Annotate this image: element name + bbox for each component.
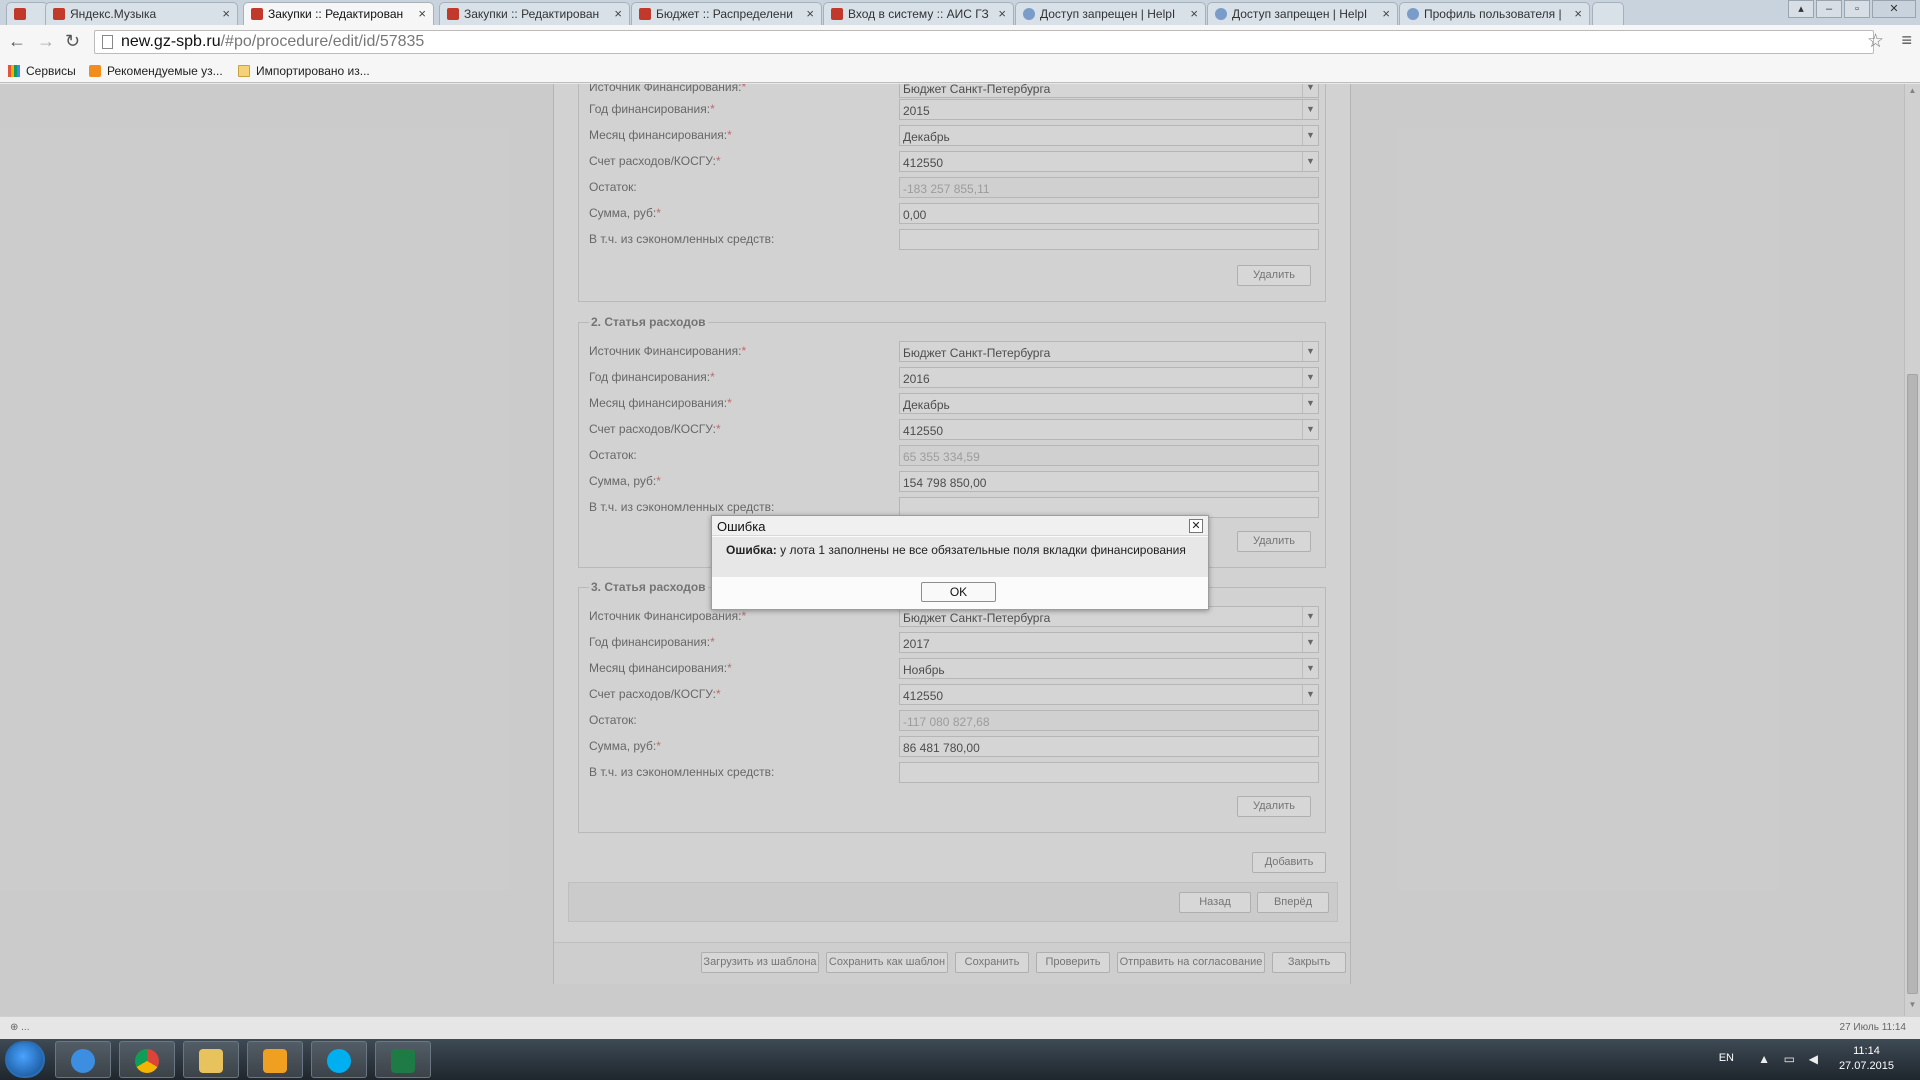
clock-date: 27.07.2015 xyxy=(1838,1060,1894,1072)
language-indicator[interactable]: EN xyxy=(1719,1052,1734,1064)
excel-icon[interactable] xyxy=(375,1041,431,1078)
skype-icon[interactable] xyxy=(311,1041,367,1078)
address-bar[interactable]: new.gz-spb.ru/#po/procedure/edit/id/5783… xyxy=(94,30,1874,54)
tab-label: Закупки :: Редактирован xyxy=(268,7,404,21)
folder-icon xyxy=(238,65,250,77)
browser-status-bar: ⊕ ... 27 Июль 11:14 xyxy=(0,1016,1920,1039)
hammer-icon xyxy=(251,8,263,20)
tab-close-icon[interactable]: × xyxy=(1382,6,1390,21)
bookmark-label: Сервисы xyxy=(26,64,76,78)
clock-time: 11:14 xyxy=(1853,1045,1880,1057)
tab-close-icon[interactable]: × xyxy=(614,6,622,21)
new-tab-button[interactable] xyxy=(1592,2,1624,25)
internet-explorer-icon[interactable] xyxy=(55,1041,111,1078)
recommended-sites-icon xyxy=(89,65,101,77)
tab-yandex-music[interactable]: Яндекс.Музыка × xyxy=(45,2,238,25)
network-icon[interactable]: ▭ xyxy=(1784,1052,1795,1066)
tab-zakupki-2[interactable]: Закупки :: Редактирован × xyxy=(439,2,630,25)
yandex-music-icon xyxy=(53,8,65,20)
hammer-icon xyxy=(447,8,459,20)
window-controls: ▴ – ▫ ✕ xyxy=(1788,0,1916,20)
user-icon[interactable]: ▴ xyxy=(1788,0,1814,18)
yandex-music-icon xyxy=(14,8,26,20)
bookmark-recommended[interactable]: Рекомендуемые уз... xyxy=(89,64,223,78)
error-dialog: Ошибка ✕ Ошибка: у лота 1 заполнены не в… xyxy=(711,515,1209,610)
tab-label: Закупки :: Редактирован xyxy=(464,7,600,21)
ie-glyph xyxy=(71,1049,95,1073)
hammer-icon xyxy=(831,8,843,20)
tab-access-denied-1[interactable]: Доступ запрещен | HelpI × xyxy=(1015,2,1206,25)
tab-user-profile[interactable]: Профиль пользователя | × xyxy=(1399,2,1590,25)
status-left: ⊕ ... xyxy=(10,1022,30,1033)
volume-muted-icon[interactable]: ◀ xyxy=(1809,1052,1818,1066)
tab-close-icon[interactable]: × xyxy=(418,6,426,21)
browser-toolbar: ← → ↻ new.gz-spb.ru/#po/procedure/edit/i… xyxy=(0,25,1920,59)
tab-close-icon[interactable]: × xyxy=(998,6,1006,21)
chrome-menu-icon[interactable]: ≡ xyxy=(1901,30,1912,51)
tab-zakupki-active[interactable]: Закупки :: Редактирован × xyxy=(243,2,434,26)
tab-label: Бюджет :: Распределени xyxy=(656,7,793,21)
browser-tab-strip: Яндекс.Музыка × Закупки :: Редактирован … xyxy=(0,0,1920,26)
skype-glyph xyxy=(327,1049,351,1073)
tab-close-icon[interactable]: × xyxy=(1190,6,1198,21)
dialog-title: Ошибка xyxy=(712,516,1208,536)
tab-budget[interactable]: Бюджет :: Распределени × xyxy=(631,2,822,25)
close-icon[interactable]: ✕ xyxy=(1189,519,1203,533)
maximize-icon[interactable]: ▫ xyxy=(1844,0,1870,18)
tab-pinned[interactable] xyxy=(6,2,48,25)
outlook-glyph xyxy=(263,1049,287,1073)
folder-glyph xyxy=(199,1049,223,1073)
status-timestamp: 27 Июль 11:14 xyxy=(1839,1022,1906,1033)
page-icon xyxy=(102,35,113,49)
globe-icon xyxy=(1023,8,1035,20)
tab-close-icon[interactable]: × xyxy=(806,6,814,21)
error-message: Ошибка: у лота 1 заполнены не все обязат… xyxy=(712,537,1208,577)
window-close-icon[interactable]: ✕ xyxy=(1872,0,1916,18)
windows-taskbar: EN ▲ ▭ ◀ 11:14 27.07.2015 xyxy=(0,1039,1920,1080)
tray-expand-icon[interactable]: ▲ xyxy=(1758,1052,1770,1066)
back-arrow-icon[interactable]: ← xyxy=(8,31,26,52)
bookmark-imported-folder[interactable]: Импортировано из... xyxy=(238,64,370,78)
chrome-icon[interactable] xyxy=(119,1041,175,1078)
globe-icon xyxy=(1215,8,1227,20)
chrome-glyph xyxy=(135,1049,159,1073)
ok-button[interactable]: OK xyxy=(921,582,996,602)
tab-label: Доступ запрещен | HelpI xyxy=(1232,7,1368,21)
error-text: у лота 1 заполнены не все обязательные п… xyxy=(776,543,1186,557)
bookmark-label: Рекомендуемые уз... xyxy=(107,64,223,78)
excel-glyph xyxy=(391,1049,415,1073)
tab-login[interactable]: Вход в систему :: АИС ГЗ × xyxy=(823,2,1014,25)
reload-icon[interactable]: ↻ xyxy=(65,31,80,52)
outlook-icon[interactable] xyxy=(247,1041,303,1078)
bookmark-label: Импортировано из... xyxy=(256,64,370,78)
bookmarks-bar: Сервисы Рекомендуемые уз... Импортирован… xyxy=(0,59,1920,83)
file-explorer-icon[interactable] xyxy=(183,1041,239,1078)
tab-access-denied-2[interactable]: Доступ запрещен | HelpI × xyxy=(1207,2,1398,25)
forward-arrow-icon[interactable]: → xyxy=(37,31,55,52)
tab-label: Доступ запрещен | HelpI xyxy=(1040,7,1176,21)
windows-start-icon[interactable] xyxy=(5,1041,45,1078)
tab-close-icon[interactable]: × xyxy=(222,6,230,21)
tab-close-icon[interactable]: × xyxy=(1574,6,1582,21)
minimize-icon[interactable]: – xyxy=(1816,0,1842,18)
error-prefix: Ошибка: xyxy=(726,543,777,557)
globe-icon xyxy=(1407,8,1419,20)
tab-label: Профиль пользователя | xyxy=(1424,7,1562,21)
tab-label: Вход в систему :: АИС ГЗ xyxy=(848,7,989,21)
system-tray: EN ▲ ▭ ◀ 11:14 27.07.2015 xyxy=(1660,1039,1920,1080)
url-path: /#po/procedure/edit/id/57835 xyxy=(220,33,425,50)
system-clock[interactable]: 11:14 27.07.2015 xyxy=(1839,1044,1894,1074)
bookmark-services[interactable]: Сервисы xyxy=(8,64,76,78)
tab-label: Яндекс.Музыка xyxy=(70,7,157,21)
bookmark-star-icon[interactable]: ☆ xyxy=(1867,30,1884,53)
apps-grid-icon xyxy=(8,65,20,77)
hammer-icon xyxy=(639,8,651,20)
url-host: new.gz-spb.ru xyxy=(121,33,221,50)
